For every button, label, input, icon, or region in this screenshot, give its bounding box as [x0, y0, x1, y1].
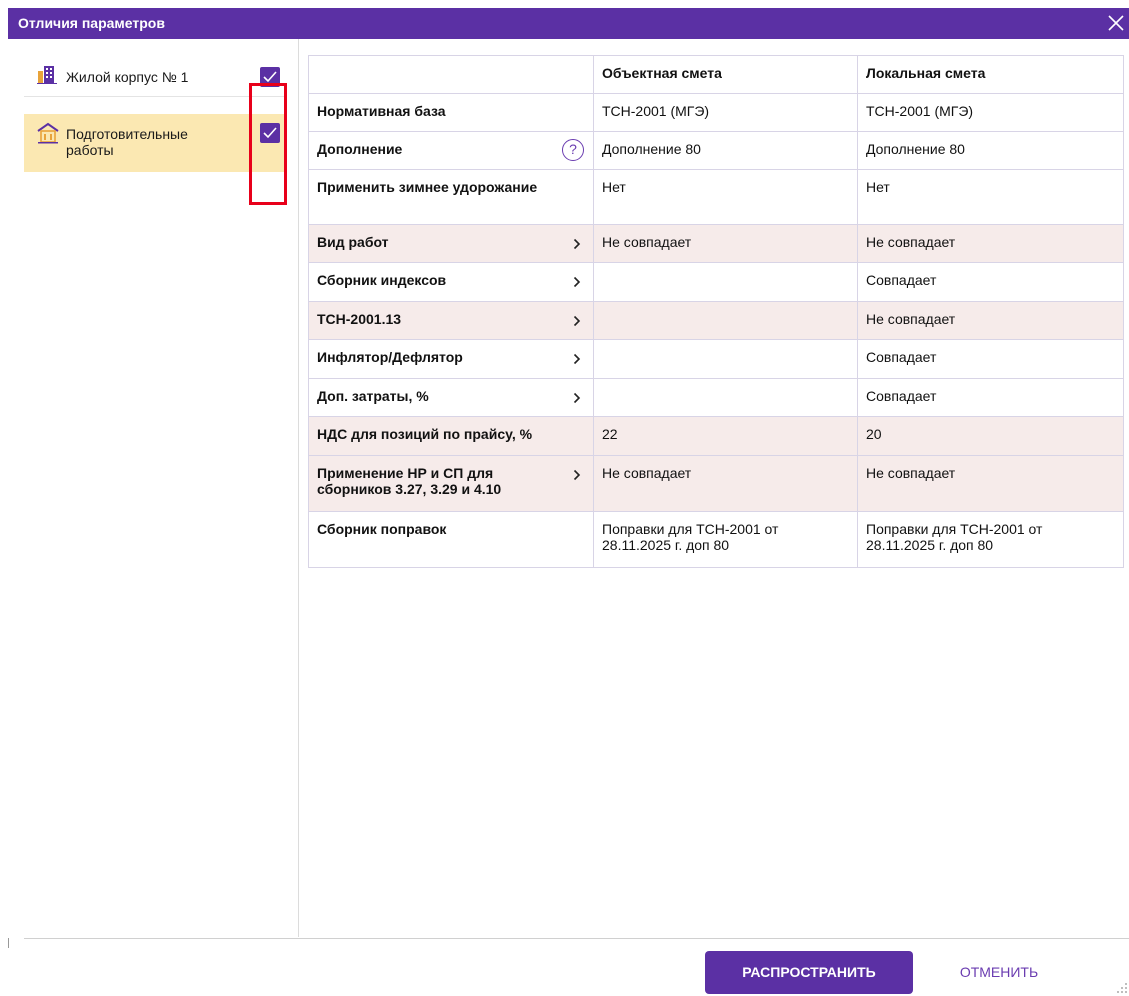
- parameters-table: Объектная смета Локальная смета Норматив…: [308, 55, 1124, 568]
- object-value: Дополнение 80: [593, 131, 858, 170]
- close-button[interactable]: [1103, 8, 1129, 39]
- object-value: Не совпадает: [593, 224, 858, 263]
- footer-edge-mark: [8, 938, 9, 948]
- resize-grip-icon[interactable]: [1114, 980, 1128, 994]
- table-row: Дополнение ? Дополнение 80 Дополнение 80: [308, 131, 1124, 170]
- chevron-right-icon[interactable]: [573, 315, 581, 327]
- table-row-expandable[interactable]: ТСН-2001.13 Не совпадает: [308, 301, 1124, 340]
- object-value: Поправки для ТСН-2001 от 28.11.2025 г. д…: [593, 511, 858, 568]
- chevron-right-icon[interactable]: [573, 392, 581, 404]
- object-value: 22: [593, 416, 858, 456]
- param-name: ТСН-2001.13: [308, 301, 594, 340]
- local-value: Совпадает: [857, 262, 1124, 302]
- param-name: Применение НР и СП для сборников 3.27, 3…: [308, 455, 594, 512]
- param-name: Применить зимнее удорожание: [308, 169, 594, 225]
- object-value: ТСН-2001 (МГЭ): [593, 93, 858, 132]
- table-row: НДС для позиций по прайсу, % 22 20: [308, 416, 1124, 456]
- object-value: [593, 262, 858, 302]
- apply-button[interactable]: РАСПРОСТРАНИТЬ: [705, 951, 913, 994]
- table-row-expandable[interactable]: Доп. затраты, % Совпадает: [308, 378, 1124, 417]
- chevron-right-icon[interactable]: [573, 353, 581, 365]
- param-name: Сборник индексов: [308, 262, 594, 302]
- table-row: Нормативная база ТСН-2001 (МГЭ) ТСН-2001…: [308, 93, 1124, 132]
- object-value: Нет: [593, 169, 858, 225]
- local-value: Совпадает: [857, 339, 1124, 379]
- tree-item-label: Подготовительные работы: [66, 126, 188, 158]
- chevron-right-icon[interactable]: [573, 238, 581, 250]
- dialog-title: Отличия параметров: [18, 15, 165, 31]
- local-value: Не совпадает: [857, 455, 1124, 512]
- check-icon: [263, 71, 277, 83]
- table-row: Применить зимнее удорожание Нет Нет: [308, 169, 1124, 225]
- local-value: Не совпадает: [857, 224, 1124, 263]
- param-name: Вид работ: [308, 224, 594, 263]
- cancel-button[interactable]: ОТМЕНИТЬ: [949, 951, 1049, 994]
- object-value: [593, 301, 858, 340]
- estimates-tree: Жилой корпус № 1 Подготовительные работы: [8, 39, 299, 937]
- table-row-expandable[interactable]: Вид работ Не совпадает Не совпадает: [308, 224, 1124, 263]
- local-value: Дополнение 80: [857, 131, 1124, 170]
- close-icon: [1108, 15, 1124, 31]
- param-name: Дополнение ?: [308, 131, 594, 170]
- column-header-object-estimate: Объектная смета: [593, 55, 858, 94]
- table-header-row: Объектная смета Локальная смета: [308, 55, 1124, 94]
- local-value: Не совпадает: [857, 301, 1124, 340]
- parameters-diff-dialog: Отличия параметров Жилой корпус № 1 Подг…: [8, 8, 1129, 996]
- table-row-expandable[interactable]: Сборник индексов Совпадает: [308, 262, 1124, 302]
- param-name: Сборник поправок: [308, 511, 594, 568]
- table-row-expandable[interactable]: Применение НР и СП для сборников 3.27, 3…: [308, 455, 1124, 512]
- local-value: ТСН-2001 (МГЭ): [857, 93, 1124, 132]
- param-name: Нормативная база: [308, 93, 594, 132]
- chevron-right-icon[interactable]: [573, 276, 581, 288]
- local-value: Поправки для ТСН-2001 от 28.11.2025 г. д…: [857, 511, 1124, 568]
- building-icon: [37, 66, 57, 84]
- tree-item-preparatory-works[interactable]: Подготовительные работы: [24, 114, 287, 172]
- param-name: Инфлятор/Дефлятор: [308, 339, 594, 379]
- column-header-local-estimate: Локальная смета: [857, 55, 1124, 94]
- object-value: [593, 378, 858, 417]
- titlebar: Отличия параметров: [8, 8, 1129, 39]
- footer-divider: [24, 938, 1129, 939]
- local-value: 20: [857, 416, 1124, 456]
- param-name: НДС для позиций по прайсу, %: [308, 416, 594, 456]
- object-value: [593, 339, 858, 379]
- tree-item-label: Жилой корпус № 1: [66, 69, 189, 85]
- object-value: Не совпадает: [593, 455, 858, 512]
- table-row: Сборник поправок Поправки для ТСН-2001 о…: [308, 511, 1124, 568]
- checkbox-highlight-frame: [249, 83, 287, 205]
- table-row-expandable[interactable]: Инфлятор/Дефлятор Совпадает: [308, 339, 1124, 379]
- param-name: Доп. затраты, %: [308, 378, 594, 417]
- local-value: Нет: [857, 169, 1124, 225]
- tree-item-residential-building[interactable]: Жилой корпус № 1: [24, 55, 287, 97]
- house-icon: [37, 122, 59, 144]
- local-value: Совпадает: [857, 378, 1124, 417]
- help-icon[interactable]: ?: [562, 139, 584, 161]
- column-header-parameter: [308, 55, 594, 94]
- chevron-right-icon[interactable]: [573, 469, 581, 481]
